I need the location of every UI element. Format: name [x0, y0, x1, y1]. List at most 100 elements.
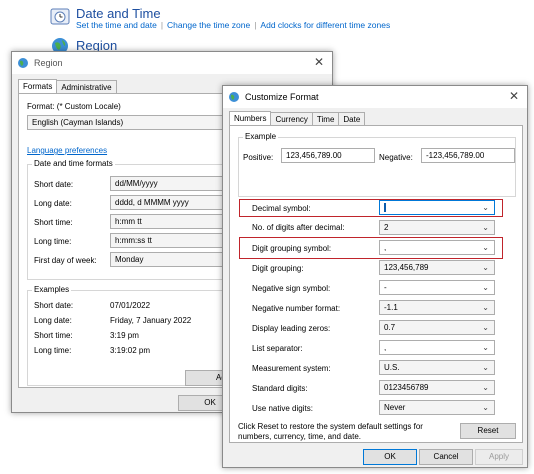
chevron-down-icon: ⌄ [482, 283, 489, 292]
long-time-value: h:mm:ss tt [115, 236, 152, 245]
short-date-value: dd/MM/yyyy [115, 179, 158, 188]
negative-sign-select[interactable]: - ⌄ [379, 280, 495, 295]
group-caption: Date and time formats [32, 159, 115, 168]
list-separator-label: List separator: [252, 344, 303, 353]
chevron-down-icon: ⌄ [482, 203, 489, 212]
region-titlebar[interactable]: Region ✕ [12, 52, 332, 74]
example-long-time-value: 3:19:02 pm [110, 346, 151, 355]
digits-after-decimal-label: No. of digits after decimal: [252, 223, 345, 232]
format-value: English (Cayman Islands) [32, 118, 124, 127]
clock-icon [50, 6, 70, 26]
long-time-label: Long time: [34, 237, 72, 246]
customize-dialog-title: Customize Format [245, 92, 319, 102]
negative-sign-value: - [384, 283, 387, 292]
add-clocks-link[interactable]: Add clocks for different time zones [260, 20, 390, 30]
cancel-button[interactable]: Cancel [419, 449, 473, 465]
digit-grouping-symbol-label: Digit grouping symbol: [252, 244, 332, 253]
decimal-symbol-label: Decimal symbol: [252, 204, 311, 213]
negative-number-format-label: Negative number format: [252, 304, 341, 313]
measurement-system-select[interactable]: U.S. ⌄ [379, 360, 495, 375]
long-date-value: dddd, d MMMM yyyy [115, 198, 189, 207]
digits-after-decimal-value: 2 [384, 223, 389, 232]
tab-formats[interactable]: Formats [18, 79, 58, 94]
chevron-down-icon: ⌄ [482, 343, 489, 352]
digits-after-decimal-select[interactable]: 2 ⌄ [379, 220, 495, 235]
positive-example-field: 123,456,789.00 [281, 148, 375, 163]
native-digits-value: Never [384, 403, 406, 412]
example-long-date-value: Friday, 7 January 2022 [110, 316, 192, 325]
chevron-down-icon: ⌄ [482, 383, 489, 392]
chevron-down-icon: ⌄ [482, 323, 489, 332]
close-icon[interactable]: ✕ [314, 55, 324, 69]
chevron-down-icon: ⌄ [482, 403, 489, 412]
measurement-system-label: Measurement system: [252, 364, 331, 373]
negative-example-field: -123,456,789.00 [421, 148, 515, 163]
customize-format-dialog: Customize Format ✕ Numbers Currency Time… [222, 85, 528, 468]
numbers-panel: Example Positive: 123,456,789.00 Negativ… [229, 125, 523, 443]
digit-grouping-value: 123,456,789 [384, 263, 429, 272]
reset-button[interactable]: Reset [460, 423, 516, 439]
chevron-down-icon: ⌄ [482, 243, 489, 252]
digit-grouping-label: Digit grouping: [252, 264, 304, 273]
first-day-value: Monday [115, 255, 144, 264]
negative-example-value: -123,456,789.00 [426, 151, 485, 160]
positive-label: Positive: [243, 153, 274, 162]
tab-numbers[interactable]: Numbers [229, 111, 272, 126]
native-digits-select[interactable]: Never ⌄ [379, 400, 495, 415]
example-group: Example Positive: 123,456,789.00 Negativ… [238, 132, 516, 197]
text-cursor [384, 203, 386, 213]
negative-sign-label: Negative sign symbol: [252, 284, 331, 293]
short-time-label: Short time: [34, 218, 73, 227]
digit-grouping-select[interactable]: 123,456,789 ⌄ [379, 260, 495, 275]
link-separator: | [254, 20, 257, 30]
region-dialog-title: Region [34, 58, 63, 68]
reset-instructions: Click Reset to restore the system defaul… [238, 422, 423, 441]
leading-zeros-label: Display leading zeros: [252, 324, 331, 333]
example-short-date-value: 07/01/2022 [110, 301, 151, 310]
leading-zeros-value: 0.7 [384, 323, 396, 332]
leading-zeros-select[interactable]: 0.7 ⌄ [379, 320, 495, 335]
negative-number-format-select[interactable]: -1.1 ⌄ [379, 300, 495, 315]
list-separator-value: , [384, 343, 387, 352]
set-time-date-link[interactable]: Set the time and date [76, 20, 157, 30]
chevron-down-icon: ⌄ [482, 263, 489, 272]
examples-caption: Examples [32, 285, 72, 294]
short-time-value: h:mm tt [115, 217, 142, 226]
change-time-zone-link[interactable]: Change the time zone [167, 20, 250, 30]
chevron-down-icon: ⌄ [482, 303, 489, 312]
apply-button[interactable]: Apply [475, 449, 523, 465]
link-separator: | [160, 20, 164, 30]
negative-number-format-value: -1.1 [384, 303, 398, 312]
example-short-date-label: Short date: [34, 301, 74, 310]
negative-label: Negative: [379, 153, 413, 162]
standard-digits-value: 0123456789 [384, 383, 429, 392]
close-icon[interactable]: ✕ [509, 89, 519, 103]
example-caption: Example [243, 132, 279, 141]
language-preferences-link[interactable]: Language preferences [27, 146, 107, 155]
example-long-date-label: Long date: [34, 316, 72, 325]
example-short-time-value: 3:19 pm [110, 331, 139, 340]
digit-grouping-symbol-select[interactable]: , ⌄ [379, 240, 495, 255]
format-label: Format: (* Custom Locale) [27, 102, 121, 111]
positive-example-value: 123,456,789.00 [286, 151, 342, 160]
short-date-label: Short date: [34, 180, 74, 189]
standard-digits-select[interactable]: 0123456789 ⌄ [379, 380, 495, 395]
example-long-time-label: Long time: [34, 346, 72, 355]
digit-grouping-symbol-value: , [384, 243, 387, 252]
ok-button[interactable]: OK [363, 449, 417, 465]
chevron-down-icon: ⌄ [482, 363, 489, 372]
example-short-time-label: Short time: [34, 331, 73, 340]
standard-digits-label: Standard digits: [252, 384, 308, 393]
date-and-time-title[interactable]: Date and Time [76, 6, 161, 21]
customize-titlebar[interactable]: Customize Format ✕ [223, 86, 527, 108]
date-time-links: Set the time and date | Change the time zo… [76, 20, 390, 30]
measurement-system-value: U.S. [384, 363, 400, 372]
first-day-label: First day of week: [34, 256, 97, 265]
chevron-down-icon: ⌄ [482, 223, 489, 232]
long-date-label: Long date: [34, 199, 72, 208]
globe-icon [17, 57, 29, 71]
list-separator-select[interactable]: , ⌄ [379, 340, 495, 355]
native-digits-label: Use native digits: [252, 404, 313, 413]
globe-icon [228, 91, 240, 105]
decimal-symbol-select[interactable]: ⌄ [379, 200, 495, 215]
